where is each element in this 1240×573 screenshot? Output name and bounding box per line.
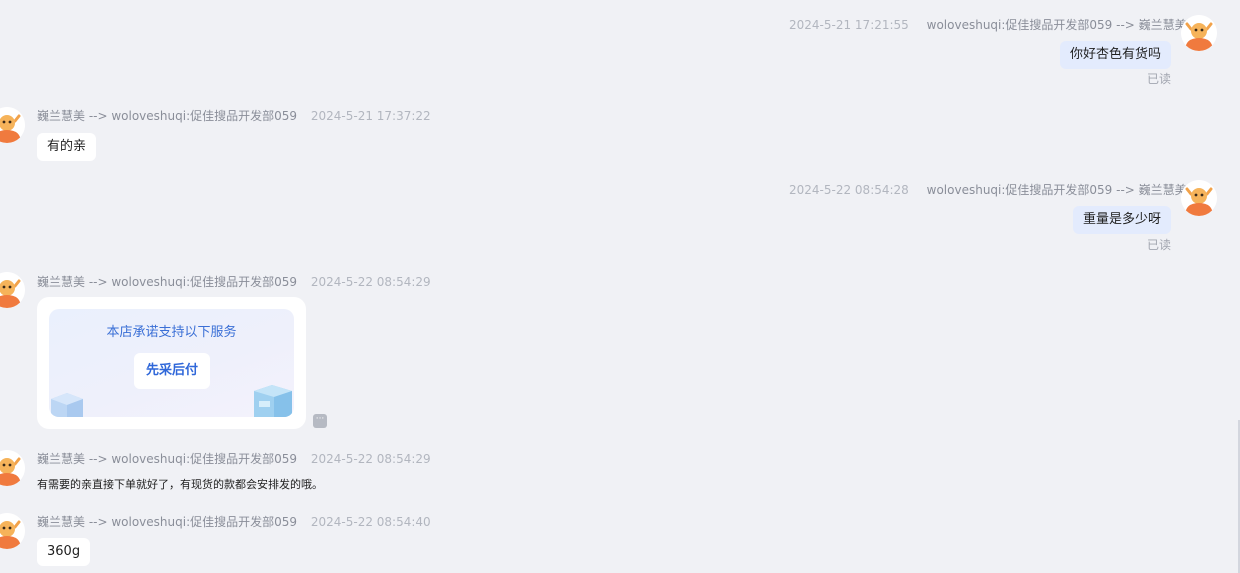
message-route: 巍兰慧美 --> woloveshuqi:促佳搜品开发部059: [37, 275, 298, 289]
avatar[interactable]: [1181, 180, 1217, 216]
message-meta: 巍兰慧美 --> woloveshuqi:促佳搜品开发部059 2024-5-2…: [37, 107, 431, 124]
message-time: 2024-5-21 17:37:22: [310, 109, 431, 123]
service-promise-card[interactable]: 本店承诺支持以下服务 先采后付: [37, 297, 306, 429]
message-route: 巍兰慧美 --> woloveshuqi:促佳搜品开发部059: [37, 109, 298, 123]
message-meta: 2024-5-21 17:21:55 woloveshuqi:促佳搜品开发部05…: [789, 16, 1187, 33]
mascot-avatar-icon: [1181, 180, 1217, 216]
message-time: 2024-5-21 17:21:55: [789, 18, 909, 32]
read-status: 已读: [1146, 72, 1171, 86]
avatar[interactable]: [0, 272, 25, 308]
message-bubble[interactable]: 360g: [37, 538, 91, 566]
message-meta: 巍兰慧美 --> woloveshuqi:促佳搜品开发部059 2024-5-2…: [37, 273, 431, 290]
message-text[interactable]: 有需要的亲直接下单就好了，有现货的款都会安排发的哦。: [37, 476, 323, 492]
mascot-avatar-icon: [0, 107, 25, 143]
message-time: 2024-5-22 08:54:29: [310, 275, 431, 289]
message-meta: 巍兰慧美 --> woloveshuqi:促佳搜品开发部059 2024-5-2…: [37, 450, 431, 467]
message-time: 2024-5-22 08:54:28: [789, 183, 909, 197]
mascot-avatar-icon: [1181, 15, 1217, 51]
message-route: woloveshuqi:促佳搜品开发部059 --> 巍兰慧美: [926, 18, 1187, 32]
message-time: 2024-5-22 08:54:40: [310, 515, 431, 529]
message-time: 2024-5-22 08:54:29: [310, 452, 431, 466]
avatar[interactable]: [0, 107, 25, 143]
mascot-avatar-icon: [0, 272, 25, 308]
service-card-body: 本店承诺支持以下服务 先采后付: [49, 309, 294, 417]
message-route: woloveshuqi:促佳搜品开发部059 --> 巍兰慧美: [926, 183, 1187, 197]
ellipsis-icon[interactable]: ···: [313, 414, 327, 428]
pay-later-chip[interactable]: 先采后付: [134, 353, 210, 389]
avatar[interactable]: [0, 513, 25, 549]
avatar[interactable]: [1181, 15, 1217, 51]
decorative-cube-icon: [51, 393, 83, 417]
decorative-box-icon: [254, 385, 292, 417]
read-status: 已读: [1146, 238, 1171, 252]
service-card-title: 本店承诺支持以下服务: [106, 325, 237, 340]
mascot-avatar-icon: [0, 513, 25, 549]
message-meta: 巍兰慧美 --> woloveshuqi:促佳搜品开发部059 2024-5-2…: [37, 513, 431, 530]
message-route: 巍兰慧美 --> woloveshuqi:促佳搜品开发部059: [37, 515, 298, 529]
message-route: 巍兰慧美 --> woloveshuqi:促佳搜品开发部059: [37, 452, 298, 466]
message-bubble[interactable]: 重量是多少呀: [1072, 206, 1171, 234]
message-meta: 2024-5-22 08:54:28 woloveshuqi:促佳搜品开发部05…: [789, 181, 1187, 198]
avatar[interactable]: [0, 450, 25, 486]
message-bubble[interactable]: 你好杏色有货吗: [1059, 41, 1171, 69]
message-bubble[interactable]: 有的亲: [37, 133, 97, 161]
mascot-avatar-icon: [0, 450, 25, 486]
